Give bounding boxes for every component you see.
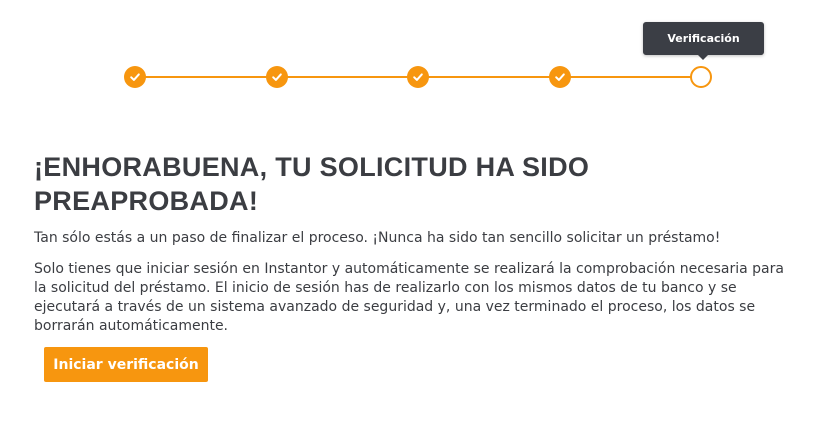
lead-text: Tan sólo estás a un paso de finalizar el… [34,230,721,246]
step-2-completed[interactable] [266,66,288,88]
step-1-completed[interactable] [124,66,146,88]
start-verification-button[interactable]: Iniciar verificación [44,347,208,382]
page-title: ¡ENHORABUENA, TU SOLICITUD HA SIDO PREAP… [34,152,590,216]
progress-stepper: Verificación [0,0,819,110]
check-icon [130,73,140,81]
check-icon [272,73,282,81]
step-3-completed[interactable] [407,66,429,88]
step-4-completed[interactable] [549,66,571,88]
description-text: Solo tienes que iniciar sesión en Instan… [34,261,784,334]
check-icon [413,73,423,81]
check-icon [555,73,565,81]
step-tooltip: Verificación [643,22,764,55]
tooltip-arrow-icon [697,54,709,60]
step-5-current[interactable] [690,66,712,88]
page: Verificación ¡ENHORABUENA, TU SOLICITUD … [0,0,819,421]
